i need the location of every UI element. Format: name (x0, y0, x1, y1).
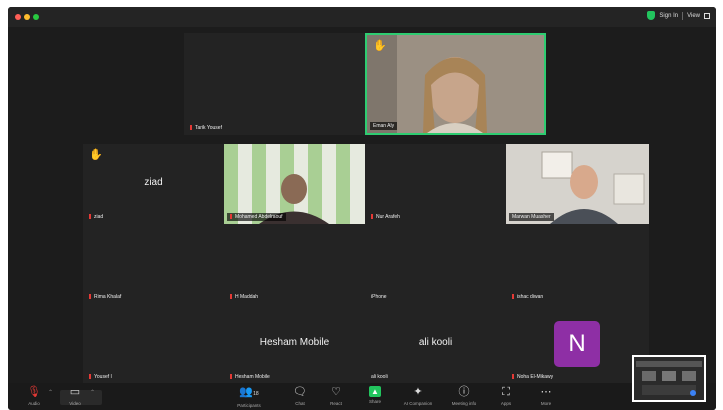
participants-icon: 👥18 (239, 386, 259, 398)
participant-name: iPhone (371, 294, 387, 300)
participant-tile-mohamed[interactable]: Mohamed Abdelraouf (224, 144, 365, 224)
apps-icon: ⛶ (502, 386, 510, 398)
participant-tile-iphone[interactable]: iPhone (365, 224, 506, 304)
muted-mic-icon (89, 374, 91, 379)
minimize-window-button[interactable] (24, 14, 30, 20)
participant-tile-ziad[interactable]: ✋ ziad ziad (83, 144, 224, 224)
ai-companion-button[interactable]: ✦ AI Companion (396, 386, 440, 406)
participant-tile-tarik[interactable]: Tarik Yousef (184, 33, 365, 135)
participant-tile-eman[interactable]: ✋ Eman Aly (365, 33, 546, 135)
participant-tile-nur[interactable]: Nur Arafeh (365, 144, 506, 224)
muted-mic-icon (371, 214, 373, 219)
participant-name: Marwan Muasher (509, 213, 554, 221)
video-button[interactable]: ▭ Video (55, 386, 95, 406)
divider (682, 11, 684, 20)
participant-name: Mohamed Abdelraouf (227, 213, 286, 221)
participant-tile-yousef[interactable]: Yousef I (83, 304, 224, 384)
participant-name: Eman Aly (370, 122, 398, 130)
participant-tile-hesham[interactable]: Hesham Mobile Hesham Mobile (224, 304, 365, 384)
ai-sparkle-icon: ✦ (413, 386, 423, 398)
meeting-toolbar: 🎙 Audio ⌃ ▭ Video ⌃ 👥18 Participants 🗨 C… (8, 383, 716, 410)
participant-name: ziad (86, 213, 106, 221)
participant-display-name: ali kooli (418, 337, 453, 348)
participant-name: H Maddah (227, 293, 261, 301)
apps-button[interactable]: ⛶ Apps (486, 386, 526, 406)
close-window-button[interactable] (15, 14, 21, 20)
participant-display-name: Hesham Mobile (259, 337, 330, 348)
participant-name: Rima Khalaf (86, 293, 124, 301)
chat-button[interactable]: 🗨 Chat (280, 386, 320, 406)
self-view-feed (634, 357, 704, 400)
title-bar: Sign In View (8, 7, 716, 27)
participant-name: Nur Arafeh (368, 213, 403, 221)
grid-view-icon (704, 12, 710, 19)
participant-tile-hmaddah[interactable]: H Maddah (224, 224, 365, 304)
avatar: N (554, 321, 600, 367)
video-camera-icon: ▭ (69, 386, 81, 398)
muted-mic-icon (230, 374, 232, 379)
more-button[interactable]: ⋯ More (526, 386, 566, 406)
react-button[interactable]: ♡ React (316, 386, 356, 406)
more-icon: ⋯ (540, 386, 552, 398)
participant-name: Hesham Mobile (227, 373, 273, 381)
video-feed (506, 144, 649, 224)
muted-mic-icon (89, 214, 91, 219)
participant-tile-ali[interactable]: ali kooli ali kooli (365, 304, 506, 384)
maximize-window-button[interactable] (33, 14, 39, 20)
sign-in-button[interactable]: Sign In (659, 13, 678, 19)
participant-name: Tarik Yousef (187, 124, 225, 132)
muted-mic-icon (230, 294, 232, 299)
info-icon: ⓘ (458, 386, 470, 398)
meeting-info-button[interactable]: ⓘ Meeting info (444, 386, 484, 406)
meeting-window: Sign In View Tarik Yousef ✋ Eman Aly ✋ z… (8, 7, 716, 410)
participant-name: ali kooli (371, 374, 388, 380)
participant-tile-noha[interactable]: N Noha El-Mikawy (506, 304, 649, 384)
video-options-chevron-icon[interactable]: ⌃ (90, 389, 95, 396)
participant-tile-marwan[interactable]: Marwan Muasher (506, 144, 649, 224)
video-feed (367, 35, 544, 133)
share-button[interactable]: ▲ Share (355, 386, 395, 404)
muted-mic-icon (230, 214, 232, 219)
participant-name: Noha El-Mikawy (509, 373, 556, 381)
security-shield-icon (647, 11, 656, 20)
participant-tile-rima[interactable]: Rima Khalaf (83, 224, 224, 304)
raised-hand-icon: ✋ (373, 40, 387, 52)
muted-mic-icon (512, 294, 514, 299)
participant-tile-ishac[interactable]: ishac diwan (506, 224, 649, 304)
raised-hand-icon: ✋ (89, 149, 103, 161)
title-bar-controls: Sign In View (647, 11, 710, 20)
participant-name: ishac diwan (509, 293, 546, 301)
muted-mic-icon (190, 125, 192, 130)
react-icon: ♡ (331, 386, 341, 398)
chat-icon: 🗨 (293, 386, 307, 398)
video-feed (224, 144, 365, 224)
audio-options-chevron-icon[interactable]: ⌃ (48, 389, 53, 396)
participants-button[interactable]: 👥18 Participants (226, 386, 272, 408)
participant-display-name: ziad (144, 177, 163, 188)
muted-mic-icon (89, 294, 91, 299)
self-view-thumbnail[interactable] (632, 355, 706, 402)
participant-name: Yousef I (86, 373, 115, 381)
view-button[interactable]: View (687, 13, 700, 19)
share-screen-icon: ▲ (369, 386, 381, 397)
muted-mic-icon (512, 374, 514, 379)
